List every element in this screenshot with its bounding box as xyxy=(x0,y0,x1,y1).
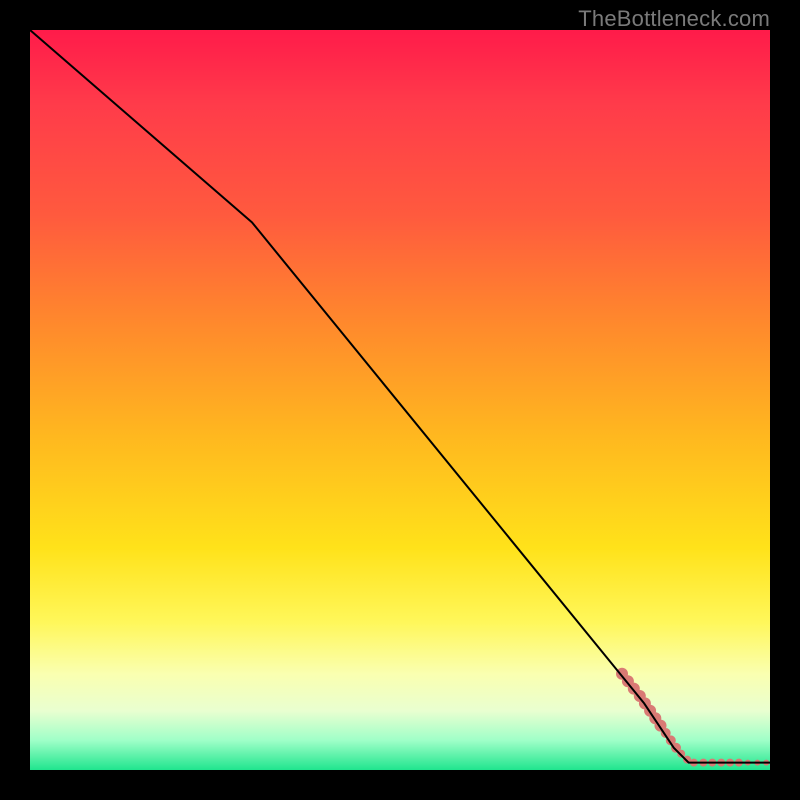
bottleneck-curve xyxy=(30,30,770,763)
attribution-label: TheBottleneck.com xyxy=(578,6,770,32)
markers-group xyxy=(616,668,769,767)
chart-container: TheBottleneck.com xyxy=(0,0,800,800)
chart-overlay xyxy=(30,30,770,770)
